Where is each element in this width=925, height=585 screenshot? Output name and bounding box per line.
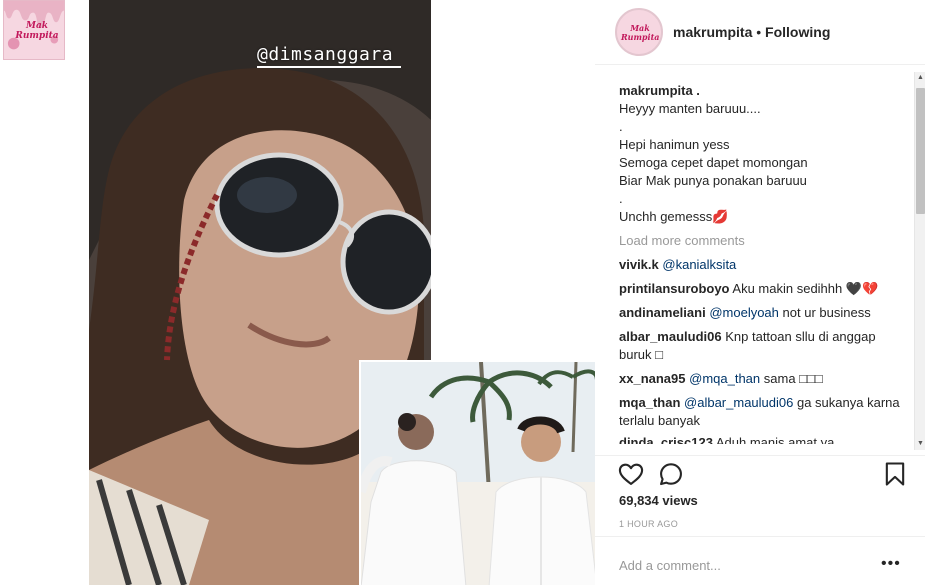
header-separator: • bbox=[752, 24, 766, 40]
mention-underline bbox=[257, 66, 401, 68]
profile-thumbnail[interactable]: Mak Rumpita bbox=[3, 0, 65, 60]
comment-item: albar_mauludi06 Knp tattoan sllu di angg… bbox=[619, 328, 909, 364]
comment-username[interactable]: mqa_than bbox=[619, 395, 680, 410]
caption-line: Unchh gemesss💋 bbox=[619, 209, 729, 224]
post-header: Mak Rumpita makrumpita • Following bbox=[595, 0, 925, 65]
comment-item: printilansuroboyo Aku makin sedihhh 🖤💔 bbox=[619, 280, 909, 298]
comment-username[interactable]: andinameliani bbox=[619, 305, 706, 320]
wedding-photo-inset[interactable] bbox=[359, 360, 595, 585]
comment-item: vivik.k @kanialksita bbox=[619, 256, 909, 274]
avatar-logo-text: Mak Rumpita bbox=[621, 24, 659, 42]
more-options-icon[interactable]: ••• bbox=[881, 555, 901, 573]
comments-list: makrumpita . Heyyy manten baruuu.... . H… bbox=[619, 82, 909, 454]
caption-line: Semoga cepet dapet momongan bbox=[619, 155, 808, 170]
add-comment-bar: ••• bbox=[595, 536, 925, 585]
heart-outline-icon[interactable] bbox=[617, 460, 645, 488]
caption-line: . bbox=[619, 191, 623, 206]
comment-username[interactable]: printilansuroboyo bbox=[619, 281, 730, 296]
speech-bubble-icon[interactable] bbox=[657, 460, 685, 488]
scroll-down-arrow-icon[interactable]: ▼ bbox=[915, 438, 925, 450]
comment-mention[interactable]: @mqa_than bbox=[689, 371, 760, 386]
author-avatar[interactable]: Mak Rumpita bbox=[615, 8, 663, 56]
post-media[interactable]: @dimsanggara bbox=[89, 0, 595, 585]
author-username[interactable]: makrumpita bbox=[673, 24, 752, 40]
comments-scrollbar[interactable]: ▲ ▼ bbox=[914, 72, 925, 450]
scroll-up-arrow-icon[interactable]: ▲ bbox=[915, 72, 925, 84]
comment-text: Aku makin sedihhh 🖤💔 bbox=[732, 281, 879, 296]
avatar-logo-bottom: Rumpita bbox=[621, 32, 660, 42]
caption-line: Biar Mak punya ponakan baruuu bbox=[619, 173, 807, 188]
comment-text: sama □□□ bbox=[763, 371, 823, 386]
comment-mention[interactable]: @kanialksita bbox=[662, 257, 736, 272]
logo-text-top: Mak bbox=[25, 21, 49, 31]
comment-username[interactable]: albar_mauludi06 bbox=[619, 329, 722, 344]
comment-item: andinameliani @moelyoah not ur business bbox=[619, 304, 909, 322]
caption-line: . bbox=[619, 119, 623, 134]
comment-text: Aduh manis amat ya bbox=[715, 435, 835, 444]
caption-line: Heyyy manten baruuu.... bbox=[619, 101, 761, 116]
header-user-line: makrumpita • Following bbox=[673, 24, 830, 40]
post-actions: 69,834 views 1 HOUR AGO ••• bbox=[595, 455, 925, 585]
comment-item: xx_nana95 @mqa_than sama □□□ bbox=[619, 370, 909, 388]
add-comment-input[interactable] bbox=[619, 558, 869, 573]
comment-item-partial: dinda_crisc123 Aduh manis amat ya bbox=[619, 434, 909, 444]
mention-sticker[interactable]: @dimsanggara bbox=[257, 44, 393, 65]
bookmark-icon[interactable] bbox=[881, 460, 909, 488]
comment-mention[interactable]: @moelyoah bbox=[709, 305, 779, 320]
scroll-thumb[interactable] bbox=[916, 88, 925, 214]
post-timestamp[interactable]: 1 HOUR AGO bbox=[619, 519, 678, 529]
caption-username[interactable]: makrumpita . bbox=[619, 82, 909, 100]
view-count[interactable]: 69,834 views bbox=[619, 493, 698, 508]
load-more-comments-link[interactable]: Load more comments bbox=[619, 232, 909, 250]
post-sidebar: Mak Rumpita makrumpita • Following makru… bbox=[595, 0, 925, 585]
logo-text: Mak Rumpita bbox=[12, 21, 62, 41]
caption-line: Hepi hanimun yess bbox=[619, 137, 730, 152]
logo-text-bottom: Rumpita bbox=[15, 31, 59, 41]
comment-mention[interactable]: @albar_mauludi06 bbox=[684, 395, 793, 410]
comment-text: not ur business bbox=[782, 305, 871, 320]
comment-item: mqa_than @albar_mauludi06 ga sukanya kar… bbox=[619, 394, 909, 430]
following-button[interactable]: Following bbox=[765, 24, 830, 40]
wedding-photo-illustration bbox=[361, 362, 595, 585]
comment-username[interactable]: xx_nana95 bbox=[619, 371, 686, 386]
comment-username[interactable]: dinda_crisc123 bbox=[619, 435, 713, 444]
comment-username[interactable]: vivik.k bbox=[619, 257, 659, 272]
caption-body: Heyyy manten baruuu.... . Hepi hanimun y… bbox=[619, 100, 909, 226]
